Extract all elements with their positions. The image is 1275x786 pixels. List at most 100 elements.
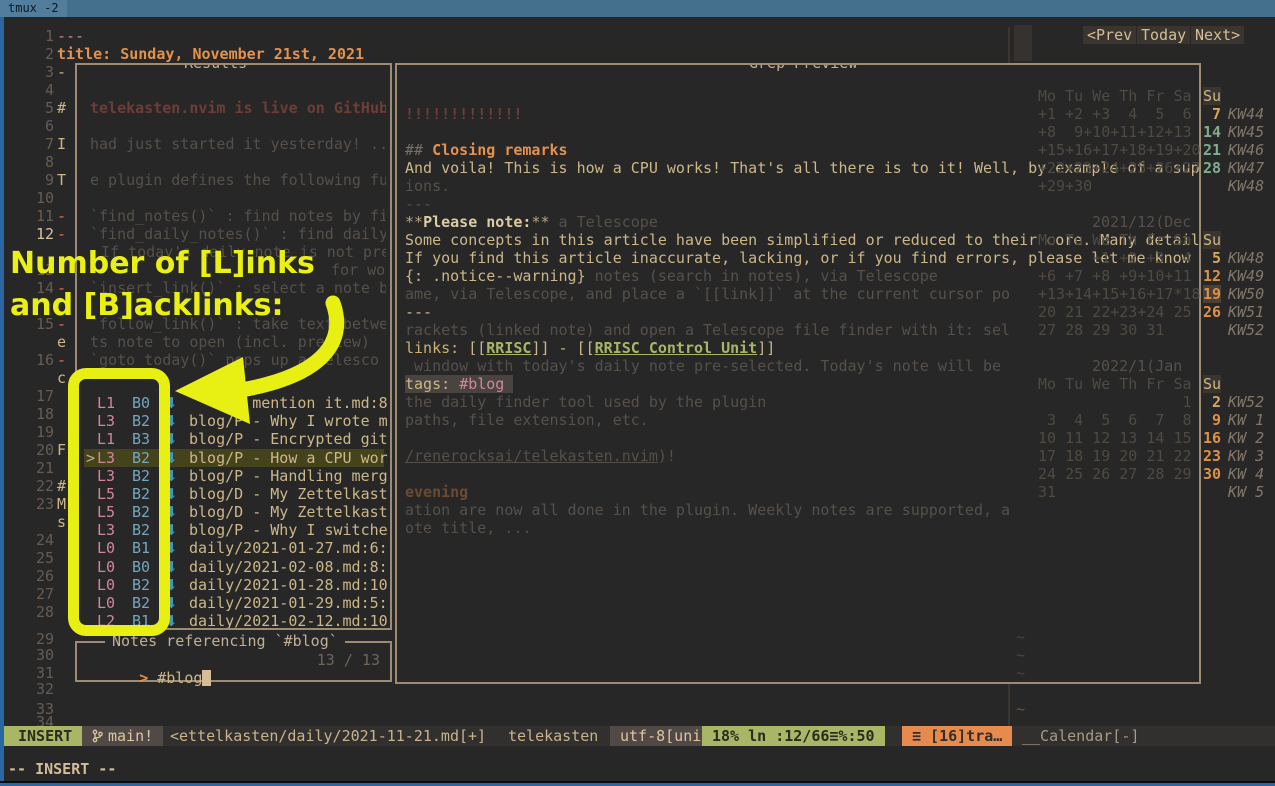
calendar-week-days[interactable]: +13+14+15+16+17*18 — [1038, 285, 1201, 303]
preview-text-segment: window with today's daily note pre-selec… — [405, 357, 1001, 375]
window-edge-left — [0, 17, 4, 786]
line-number: 4 — [0, 81, 54, 99]
calendar-sunday-date[interactable]: 7 — [1203, 105, 1221, 123]
diagnostics: ≡ [16]tra… — [902, 726, 1012, 746]
buffer-margin-char: F — [57, 441, 66, 459]
line-number: 17 — [0, 387, 54, 405]
calendar-nav-next[interactable]: Next> — [1191, 26, 1244, 44]
preview-line: /renerocksai/telekasten.nvim)! — [405, 447, 676, 465]
position: 18% ln :12/66≡%:50 — [702, 726, 885, 746]
calendar-month-header: 2022/1(Jan — [1092, 357, 1182, 375]
line-number: 23 — [0, 495, 54, 513]
calendar-sunday-date[interactable]: 19 — [1203, 285, 1221, 303]
preview-text-segment: /renerocksai/telekasten.nvim — [405, 447, 658, 465]
preview-line: window with today's daily note pre-selec… — [405, 357, 1001, 375]
preview-text-segment: ]] — [757, 339, 775, 357]
file-path: <ettelkasten/daily/2021-11-21.md[+] — [170, 726, 486, 746]
calendar-sunday-date[interactable]: 23 — [1203, 447, 1221, 465]
calendar-sunday-date[interactable]: 16 — [1203, 429, 1221, 447]
calendar-sunday-date[interactable]: 30 — [1203, 465, 1221, 483]
calendar-signcolumn — [1014, 25, 1032, 61]
line-number: 3 — [0, 63, 54, 81]
tmux-session-tab[interactable]: tmux -2 — [0, 0, 67, 17]
calendar-week-number: KW51 — [1228, 303, 1264, 321]
line-number: 20 — [0, 441, 54, 459]
preview-text-segment: a Telescope — [550, 213, 658, 231]
preview-line: ions. — [405, 177, 450, 195]
line-number: 19 — [0, 423, 54, 441]
calendar-week-number: KW 1 — [1228, 411, 1264, 429]
line-number: 26 — [0, 567, 54, 585]
calendar-week-days[interactable]: 31 — [1038, 483, 1056, 501]
calendar-week-days[interactable]: 3 4 5 6 7 8 — [1038, 411, 1192, 429]
mode-indicator[interactable]: INSERT — [4, 726, 86, 746]
calendar-week-days[interactable]: +1 +2 +3 4 5 6 — [1038, 105, 1192, 123]
calendar-sunday-date[interactable]: 12 — [1203, 267, 1221, 285]
calendar-week-days[interactable]: +8 9+10+11+12+13 — [1038, 123, 1192, 141]
calendar-sunday-date[interactable]: 26 — [1203, 303, 1221, 321]
search-input[interactable]: #blog — [157, 669, 202, 687]
line-number: 5 — [0, 99, 54, 117]
calendar-week-days[interactable]: 10 11 12 13 14 15 — [1038, 429, 1192, 447]
line-number: 27 — [0, 585, 54, 603]
preview-text-segment: ** — [405, 213, 423, 231]
buffer-line: e plugin defines the following fun — [90, 171, 386, 189]
calendar-week-days[interactable]: 17 18 19 20 21 22 — [1038, 447, 1192, 465]
calendar-week-days[interactable]: +15+16+17+18+19+20 — [1038, 141, 1201, 159]
buffer-margin-char: # — [57, 99, 66, 117]
result-item-label: daily/2021-02-08.md:8: — [189, 558, 388, 576]
line-number: 32 — [0, 680, 54, 698]
empty-line-tilde: ~ — [1016, 700, 1025, 718]
preview-text-segment — [504, 375, 513, 393]
calendar-sunday-date[interactable]: 5 — [1203, 249, 1221, 267]
calendar-sunday-date[interactable]: 14 — [1203, 123, 1221, 141]
calendar-week-number: KW52 — [1228, 393, 1264, 411]
line-number: 6 — [0, 117, 54, 135]
calendar-sunday-header: Su — [1203, 87, 1221, 105]
calendar-week-days[interactable]: +22+23+24+25+26+27 — [1038, 159, 1201, 177]
calendar-week-number: KW 3 — [1228, 447, 1264, 465]
calendar-week-number: KW49 — [1228, 267, 1264, 285]
calendar-week-number: KW45 — [1228, 123, 1264, 141]
calendar-week-days[interactable]: +1 +2 +3 4 — [1038, 249, 1192, 267]
calendar-sunday-date[interactable]: 21 — [1203, 141, 1221, 159]
terminal-window: tmux -2 123-45#67I89T1011-12-13-14-15-e1… — [0, 0, 1275, 786]
calendar-sunday-date[interactable]: 28 — [1203, 159, 1221, 177]
calendar-week-number: KW47 — [1228, 159, 1264, 177]
calendar-nav-prev[interactable]: <Prev — [1083, 26, 1136, 44]
calendar-sunday-date[interactable]: 9 — [1203, 411, 1221, 429]
line-number: 24 — [0, 531, 54, 549]
preview-text-segment: ions. — [405, 177, 450, 195]
buffer-line: title: Sunday, November 21st, 2021 — [57, 45, 364, 63]
line-number: 28 — [0, 603, 54, 621]
prompt-window[interactable]: Notes referencing `#blog` > #blog 13 / 1… — [75, 641, 392, 682]
line-number: 7 — [0, 135, 54, 153]
diagnostics-label: ≡ [16]tra… — [912, 727, 1002, 745]
line-number: 22 — [0, 477, 54, 495]
calendar-week-days[interactable]: 20 21 22+23+24 25 — [1038, 303, 1192, 321]
result-item-label: blog/P - How a CPU wor — [189, 449, 388, 467]
calendar-week-days[interactable]: 27 28 29 30 31 — [1038, 321, 1164, 339]
preview-text-segment: Please note: — [423, 213, 531, 231]
calendar-week-days[interactable]: 24 25 26 27 28 29 — [1038, 465, 1192, 483]
empty-line-tilde: ~ — [1016, 646, 1025, 664]
calendar-week-days[interactable]: 1 — [1038, 393, 1192, 411]
calendar-week-days[interactable]: +29+30 — [1038, 177, 1092, 195]
calendar-nav-today[interactable]: Today — [1137, 26, 1190, 44]
calendar-week-days[interactable]: +6 +7 +8 +9+10+11 — [1038, 267, 1192, 285]
git-branch[interactable]: main! — [82, 726, 163, 746]
git-branch-label: main! — [108, 727, 153, 745]
calendar-week-number: KW52 — [1228, 321, 1264, 339]
result-item-label: daily/2021-01-29.md:5: — [189, 594, 388, 612]
preview-text-segment: [[ — [468, 339, 486, 357]
filetype-label: telekasten — [508, 727, 598, 745]
line-number: 12 — [0, 225, 54, 243]
preview-text-segment: --- — [405, 303, 432, 321]
line-number: 11 — [0, 207, 54, 225]
position-label: 18% ln :12/66≡%:50 — [712, 727, 875, 745]
line-number: 1 — [0, 27, 54, 45]
result-item-label: blog/D - My Zettelkast — [189, 503, 388, 521]
annotation-arrow-icon — [120, 280, 360, 440]
calendar-sunday-date[interactable]: 2 — [1203, 393, 1221, 411]
empty-line-tilde: ~ — [1016, 664, 1025, 682]
